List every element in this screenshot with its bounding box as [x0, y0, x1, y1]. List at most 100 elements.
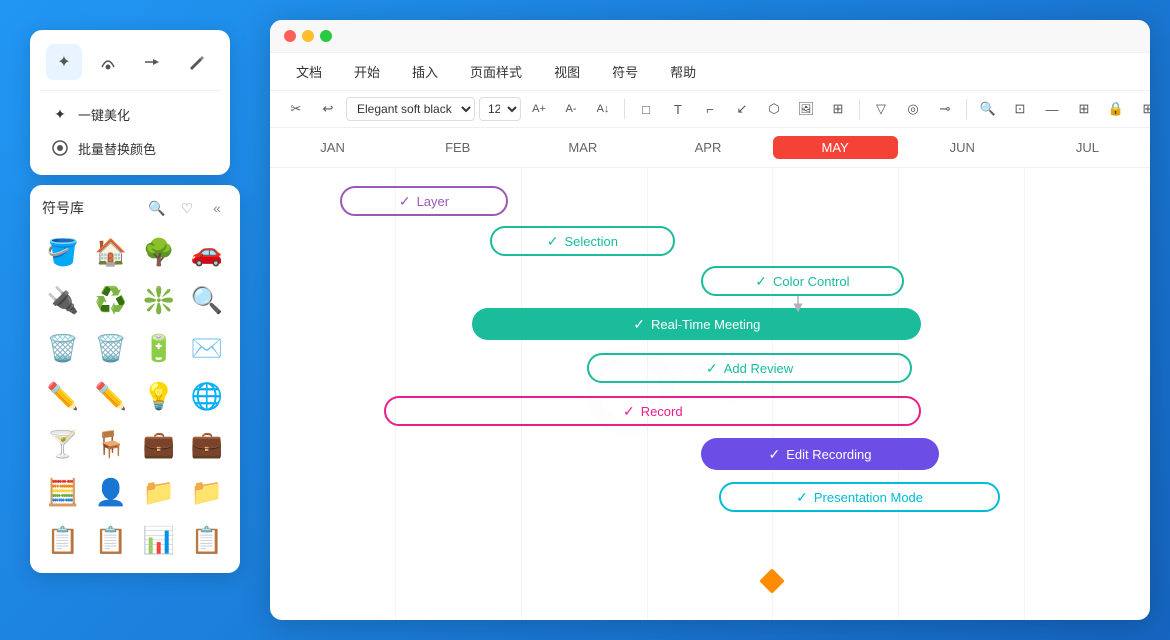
list-item[interactable]: 🗑️: [42, 327, 84, 369]
check-icon: ✓: [399, 193, 411, 210]
list-item[interactable]: 📁: [138, 471, 180, 513]
separator3: [966, 99, 967, 119]
image-button[interactable]: 🖼: [792, 95, 820, 123]
font-grow-button[interactable]: A+: [525, 95, 553, 123]
selection-bar[interactable]: ✓ Selection: [490, 226, 675, 256]
gantt-col-jun: [899, 168, 1025, 620]
undo-button[interactable]: ↩: [314, 95, 342, 123]
list-item[interactable]: 🧮: [42, 471, 84, 513]
close-button[interactable]: [284, 30, 296, 42]
list-item[interactable]: 💡: [138, 375, 180, 417]
presentation-mode-bar[interactable]: ✓ Presentation Mode: [719, 482, 1001, 512]
list-item[interactable]: 💼: [186, 423, 228, 465]
expand-button[interactable]: ⊞: [1134, 95, 1150, 123]
gantt-col-jul: [1025, 168, 1150, 620]
list-item[interactable]: ✉️: [186, 327, 228, 369]
real-time-meeting-label: Real-Time Meeting: [651, 317, 760, 332]
menu-symbol[interactable]: 符号: [606, 59, 644, 84]
table-button[interactable]: ⊞: [824, 95, 852, 123]
check-icon: ✓: [755, 273, 767, 290]
connect-button[interactable]: ⊸: [931, 95, 959, 123]
font-shrink-button[interactable]: A-: [557, 95, 585, 123]
list-item[interactable]: 👤: [90, 471, 132, 513]
main-canvas: 文档 开始 插入 页面样式 视图 符号 帮助 ✂ ↩ Elegant soft …: [270, 20, 1150, 620]
menu-doc[interactable]: 文档: [290, 59, 328, 84]
list-item[interactable]: ✏️: [42, 375, 84, 417]
gantt-area: JAN FEB MAR APR MAY JUN JUL: [270, 128, 1150, 620]
separator: [624, 99, 625, 119]
cut-button[interactable]: ✂: [282, 95, 310, 123]
grid-button[interactable]: ⊞: [1070, 95, 1098, 123]
one-click-beauty-item[interactable]: ✦ 一键美化: [40, 97, 220, 131]
line-shape-button[interactable]: ⌐: [696, 95, 724, 123]
edit-recording-label: Edit Recording: [786, 447, 871, 462]
batch-replace-color-item[interactable]: 批量替换颜色: [40, 131, 220, 165]
list-item[interactable]: 🪣: [42, 231, 84, 273]
menu-view[interactable]: 视图: [548, 59, 586, 84]
list-item[interactable]: 🔋: [138, 327, 180, 369]
minimize-button[interactable]: [302, 30, 314, 42]
circle-button[interactable]: ◎: [899, 95, 927, 123]
font-size-select[interactable]: 12: [479, 97, 521, 121]
replace-color-icon: [50, 138, 70, 158]
text-button[interactable]: T: [664, 95, 692, 123]
lock-button[interactable]: 🔒: [1102, 95, 1130, 123]
list-item[interactable]: 🔌: [42, 279, 84, 321]
list-item[interactable]: 📁: [186, 471, 228, 513]
app-toolbar: ✂ ↩ Elegant soft black 12 A+ A- A↓ □ T ⌐…: [270, 91, 1150, 128]
color-control-bar[interactable]: ✓ Color Control: [701, 266, 903, 296]
font-select[interactable]: Elegant soft black: [346, 97, 475, 121]
list-item[interactable]: ✏️: [90, 375, 132, 417]
list-item[interactable]: 🏠: [90, 231, 132, 273]
list-item[interactable]: ❇️: [138, 279, 180, 321]
highlight-button[interactable]: —: [1038, 95, 1066, 123]
check-icon: ✓: [547, 233, 559, 250]
line-button[interactable]: [134, 44, 170, 80]
toolbar-buttons-row: ✦: [40, 40, 220, 84]
search-zoom-button[interactable]: 🔍: [974, 95, 1002, 123]
list-item[interactable]: ♻️: [90, 279, 132, 321]
color-control-label: Color Control: [773, 274, 850, 289]
month-jan: JAN: [270, 130, 395, 165]
shapes-button[interactable]: ⬡: [760, 95, 788, 123]
list-item[interactable]: 📊: [138, 519, 180, 561]
paint-button[interactable]: [90, 44, 126, 80]
beauty-icon: ✦: [50, 104, 70, 124]
real-time-meeting-bar[interactable]: ✓ Real-Time Meeting: [472, 308, 921, 340]
pen-button[interactable]: [178, 44, 214, 80]
maximize-button[interactable]: [320, 30, 332, 42]
list-item[interactable]: 📋: [90, 519, 132, 561]
rect-button[interactable]: □: [632, 95, 660, 123]
edit-recording-bar[interactable]: ✓ Edit Recording: [701, 438, 939, 470]
clear-format-button[interactable]: A↓: [589, 95, 617, 123]
menu-insert[interactable]: 插入: [406, 59, 444, 84]
list-item[interactable]: 🍸: [42, 423, 84, 465]
panel-header: 符号库 🔍 ♡ «: [42, 197, 228, 219]
toolbar-menu: ✦ 一键美化 批量替换颜色: [40, 90, 220, 165]
list-item[interactable]: 🗑️: [90, 327, 132, 369]
list-item[interactable]: 🪑: [90, 423, 132, 465]
collapse-icon[interactable]: «: [206, 197, 228, 219]
list-item[interactable]: 🌐: [186, 375, 228, 417]
layer-bar[interactable]: ✓ Layer: [340, 186, 507, 216]
menu-start[interactable]: 开始: [348, 59, 386, 84]
list-item[interactable]: 🌳: [138, 231, 180, 273]
menu-page-style[interactable]: 页面样式: [464, 59, 528, 84]
layer-label: Layer: [417, 194, 450, 209]
menu-help[interactable]: 帮助: [664, 59, 702, 84]
arrow-button[interactable]: ↙: [728, 95, 756, 123]
list-item[interactable]: 📋: [42, 519, 84, 561]
search-icon[interactable]: 🔍: [146, 197, 168, 219]
heart-icon[interactable]: ♡: [176, 197, 198, 219]
check-icon: ✓: [623, 403, 635, 420]
check-icon: ✓: [768, 446, 780, 463]
list-item[interactable]: 💼: [138, 423, 180, 465]
list-item[interactable]: 📋: [186, 519, 228, 561]
fill-button[interactable]: ▽: [867, 95, 895, 123]
list-item[interactable]: 🚗: [186, 231, 228, 273]
add-review-bar[interactable]: ✓ Add Review: [587, 353, 913, 383]
magic-button[interactable]: ✦: [46, 44, 82, 80]
fit-button[interactable]: ⊡: [1006, 95, 1034, 123]
list-item[interactable]: 🔍: [186, 279, 228, 321]
record-bar[interactable]: ✓ Record: [384, 396, 921, 426]
